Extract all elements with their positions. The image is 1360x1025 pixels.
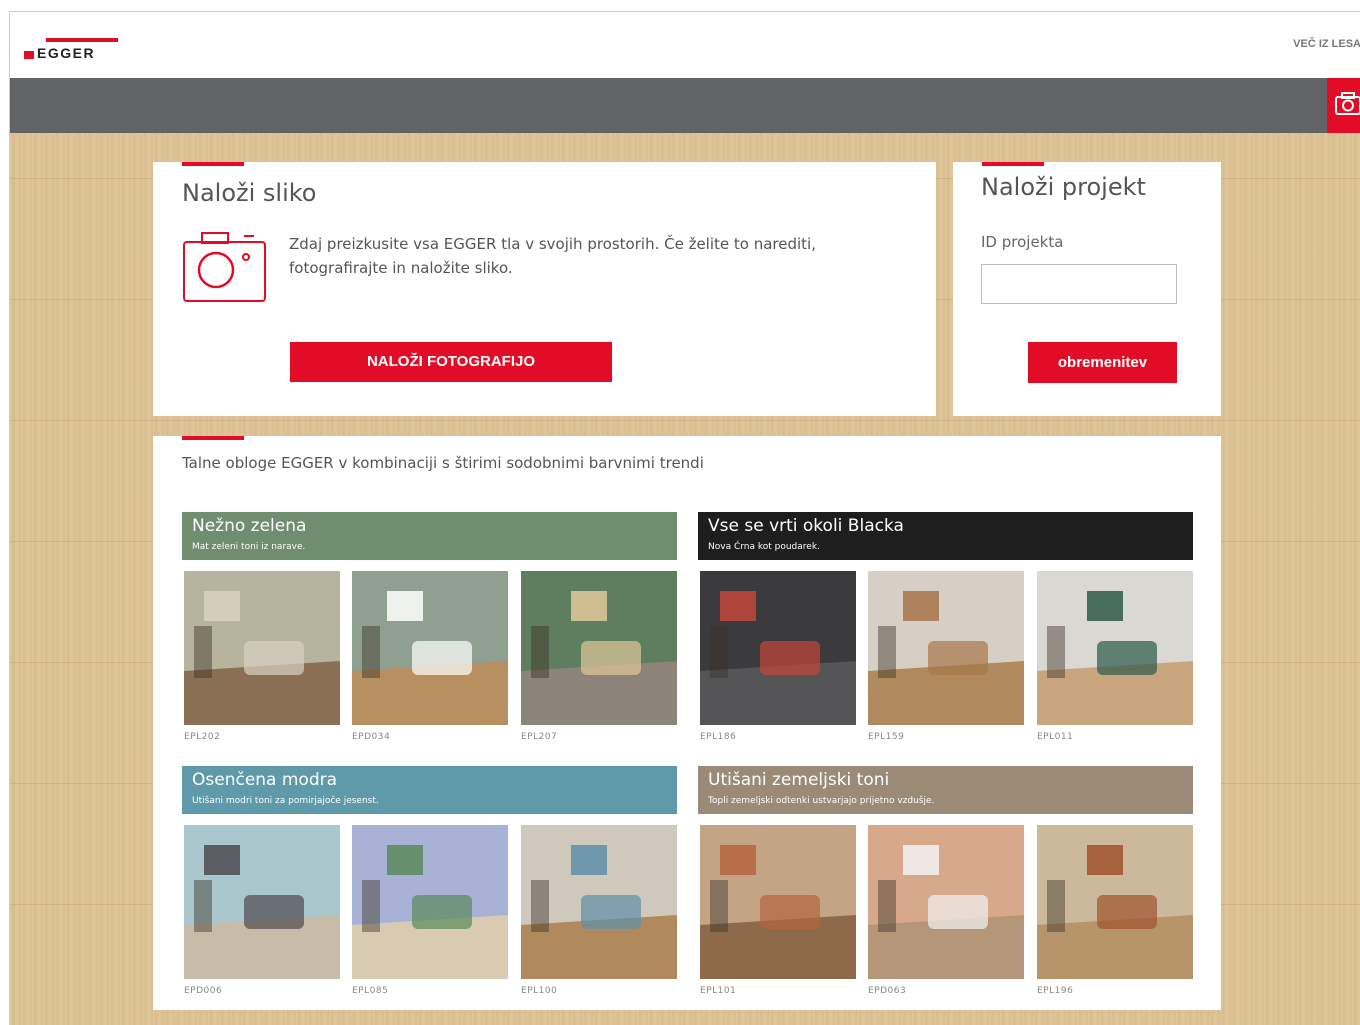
room-photo-thumbnail[interactable]: [352, 571, 508, 725]
trend-header[interactable]: Vse se vrti okoli Blacka Nova Ćrna kot po…: [698, 512, 1193, 560]
trend-subtitle: Topli zemeljski odtenki ustvarjajo prije…: [708, 796, 935, 806]
logo-square: [24, 51, 34, 59]
trend-title: Vse se vrti okoli Blacka: [708, 516, 904, 536]
product-code: EPD006: [184, 986, 223, 996]
logo-bar: [46, 38, 118, 42]
app-frame: EGGER VEČ IZ LESA Naloži sliko Zdaj prei…: [9, 11, 1360, 1025]
trend-header[interactable]: Osenčena modra Utišani modri toni za pomi…: [182, 766, 677, 814]
trend-title: Utišani zemeljski toni: [708, 770, 890, 790]
room-photo: [521, 825, 677, 979]
trend-header[interactable]: Nežno zelena Mat zeleni toni iz narave.: [182, 512, 677, 560]
card-accent: [182, 162, 244, 166]
room-photo-thumbnail[interactable]: [700, 825, 856, 979]
camera-button[interactable]: [1327, 78, 1360, 133]
product-code: EPL085: [352, 986, 389, 996]
trend-header[interactable]: Utišani zemeljski toni Topli zemeljski od…: [698, 766, 1193, 814]
room-photo-thumbnail[interactable]: [700, 571, 856, 725]
upload-photo-button[interactable]: NALOŽI FOTOGRAFIJO: [290, 342, 612, 382]
trend-block: Vse se vrti okoli Blacka Nova Ćrna kot po…: [698, 512, 1193, 742]
project-id-label: ID projekta: [981, 233, 1064, 251]
room-photo-thumbnail[interactable]: [352, 825, 508, 979]
more-link[interactable]: VEČ IZ LESA: [1293, 38, 1360, 50]
room-photo: [184, 825, 340, 979]
room-photo: [352, 825, 508, 979]
color-trends-card: Talne obloge EGGER v kombinaciji s štiri…: [153, 436, 1221, 1010]
product-code: EPD034: [352, 732, 391, 742]
room-photo: [1037, 825, 1193, 979]
product-code: EPL186: [700, 732, 737, 742]
trend-subtitle: Utišani modri toni za pomirjajoče jesens…: [192, 796, 379, 806]
trend-block: Utišani zemeljski toni Topli zemeljski od…: [698, 766, 1193, 996]
trend-subtitle: Mat zeleni toni iz narave.: [192, 542, 306, 552]
room-photo: [1037, 571, 1193, 725]
room-photo-thumbnail[interactable]: [521, 825, 677, 979]
product-code: EPL101: [700, 986, 737, 996]
product-code: EPL159: [868, 732, 905, 742]
room-photo-thumbnail[interactable]: [868, 825, 1024, 979]
product-code: EPL011: [1037, 732, 1074, 742]
trend-title: Nežno zelena: [192, 516, 307, 536]
trend-block: Osenčena modra Utišani modri toni za pomi…: [182, 766, 677, 996]
product-code: EPL196: [1037, 986, 1074, 996]
site-header: EGGER VEČ IZ LESA: [10, 12, 1360, 78]
product-code: EPL207: [521, 732, 558, 742]
project-id-input[interactable]: [981, 264, 1177, 304]
camera-outline-icon: [183, 232, 266, 302]
product-code: EPL202: [184, 732, 221, 742]
room-photo-thumbnail[interactable]: [184, 825, 340, 979]
upload-photo-card: Naloži sliko Zdaj preizkusite vsa EGGER …: [153, 162, 936, 416]
upload-card-title: Naloži sliko: [182, 179, 317, 207]
room-photo: [184, 571, 340, 725]
trend-title: Osenčena modra: [192, 770, 338, 790]
load-project-card: Naloži projekt ID projekta obremenitev: [953, 162, 1221, 416]
product-code: EPL100: [521, 986, 558, 996]
room-photo-thumbnail[interactable]: [521, 571, 677, 725]
card-accent: [982, 162, 1044, 166]
room-photo-thumbnail[interactable]: [184, 571, 340, 725]
upload-description: Zdaj preizkusite vsa EGGER tla v svojih …: [289, 235, 816, 277]
trend-block: Nežno zelena Mat zeleni toni iz narave. EP…: [182, 512, 677, 742]
room-photo-thumbnail[interactable]: [1037, 571, 1193, 725]
toolbar: [10, 78, 1360, 133]
logo-text: EGGER: [37, 45, 96, 61]
camera-icon: [1335, 92, 1360, 115]
project-card-title: Naloži projekt: [981, 173, 1146, 201]
load-project-button[interactable]: obremenitev: [1028, 342, 1177, 383]
room-photo-thumbnail[interactable]: [868, 571, 1024, 725]
card-accent: [182, 436, 244, 440]
room-photo: [352, 571, 508, 725]
room-photo: [868, 825, 1024, 979]
trend-subtitle: Nova Ćrna kot poudarek.: [708, 542, 820, 552]
room-photo: [700, 825, 856, 979]
room-photo: [521, 571, 677, 725]
product-code: EPD063: [868, 986, 907, 996]
room-photo-thumbnail[interactable]: [1037, 825, 1193, 979]
trends-intro: Talne obloge EGGER v kombinaciji s štiri…: [182, 454, 704, 472]
egger-logo[interactable]: EGGER: [24, 38, 120, 61]
room-photo: [868, 571, 1024, 725]
room-photo: [700, 571, 856, 725]
